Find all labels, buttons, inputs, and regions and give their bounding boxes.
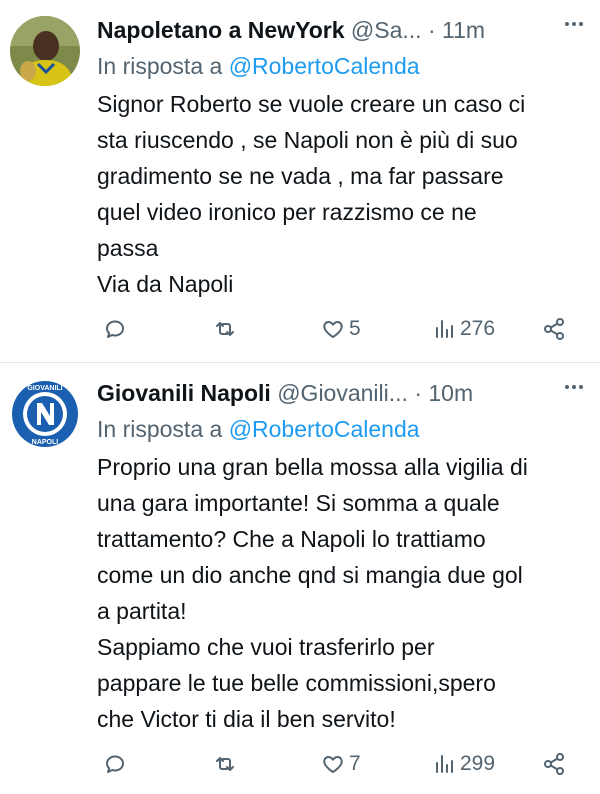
user-handle[interactable]: @Sa... (351, 17, 422, 43)
tweet[interactable]: Napoletano a NewYork @Sa... · 11m In ris… (0, 0, 600, 362)
more-options-icon[interactable] (562, 375, 586, 399)
like-button[interactable]: 5 (321, 314, 361, 344)
action-bar: 7 299 (97, 749, 582, 779)
tweet[interactable]: GIOVANILI NAPOLI Giovanili Napoli @Giova… (0, 363, 600, 794)
more-options-icon[interactable] (562, 12, 586, 36)
views-icon (436, 755, 453, 773)
reply-button[interactable] (103, 314, 127, 344)
timestamp[interactable]: 11m (442, 17, 485, 43)
like-button[interactable]: 7 (321, 749, 361, 779)
avatar[interactable] (10, 16, 80, 86)
retweet-button[interactable] (213, 314, 237, 344)
share-icon (544, 318, 564, 340)
profile-photo (10, 16, 80, 86)
retweet-icon (216, 322, 234, 336)
reply-icon (106, 320, 124, 338)
timestamp[interactable]: 10m (428, 380, 473, 406)
separator: · (414, 380, 422, 406)
views-icon (436, 320, 453, 338)
tweet-header: Napoletano a NewYork @Sa... · 11m (97, 14, 554, 46)
reply-mention-link[interactable]: @RobertoCalenda (229, 416, 420, 442)
heart-icon (323, 321, 343, 338)
reply-button[interactable] (103, 749, 127, 779)
avatar[interactable]: GIOVANILI NAPOLI (10, 379, 80, 449)
views-button[interactable]: 299 (432, 749, 495, 779)
share-button[interactable] (542, 314, 566, 344)
action-bar: 5 276 (97, 314, 582, 344)
retweet-icon (216, 757, 234, 771)
heart-icon (323, 756, 343, 773)
ssc-napoli-logo: GIOVANILI NAPOLI (10, 379, 80, 449)
like-count: 7 (349, 752, 361, 775)
reply-context: In risposta a @RobertoCalenda (97, 413, 420, 445)
retweet-button[interactable] (213, 749, 237, 779)
reply-mention-link[interactable]: @RobertoCalenda (229, 53, 420, 79)
view-count: 276 (460, 317, 496, 340)
tweet-header: Giovanili Napoli @Giovanili... · 10m (97, 377, 554, 409)
tweet-text: Proprio una gran bella mossa alla vigili… (97, 454, 528, 732)
share-icon (544, 753, 564, 775)
reply-prefix: In risposta a (97, 53, 229, 79)
like-count: 5 (349, 317, 361, 340)
user-handle[interactable]: @Giovanili... (277, 380, 408, 406)
display-name[interactable]: Napoletano a NewYork (97, 17, 345, 43)
reply-context: In risposta a @RobertoCalenda (97, 50, 420, 82)
separator: · (427, 17, 436, 43)
svg-text:NAPOLI: NAPOLI (32, 439, 59, 446)
reply-prefix: In risposta a (97, 416, 229, 442)
views-button[interactable]: 276 (432, 314, 495, 344)
display-name[interactable]: Giovanili Napoli (97, 380, 271, 406)
share-button[interactable] (542, 749, 566, 779)
view-count: 299 (460, 752, 496, 775)
reply-icon (106, 755, 124, 773)
tweet-text: Signor Roberto se vuole creare un caso c… (97, 91, 526, 297)
svg-text:GIOVANILI: GIOVANILI (27, 385, 62, 392)
